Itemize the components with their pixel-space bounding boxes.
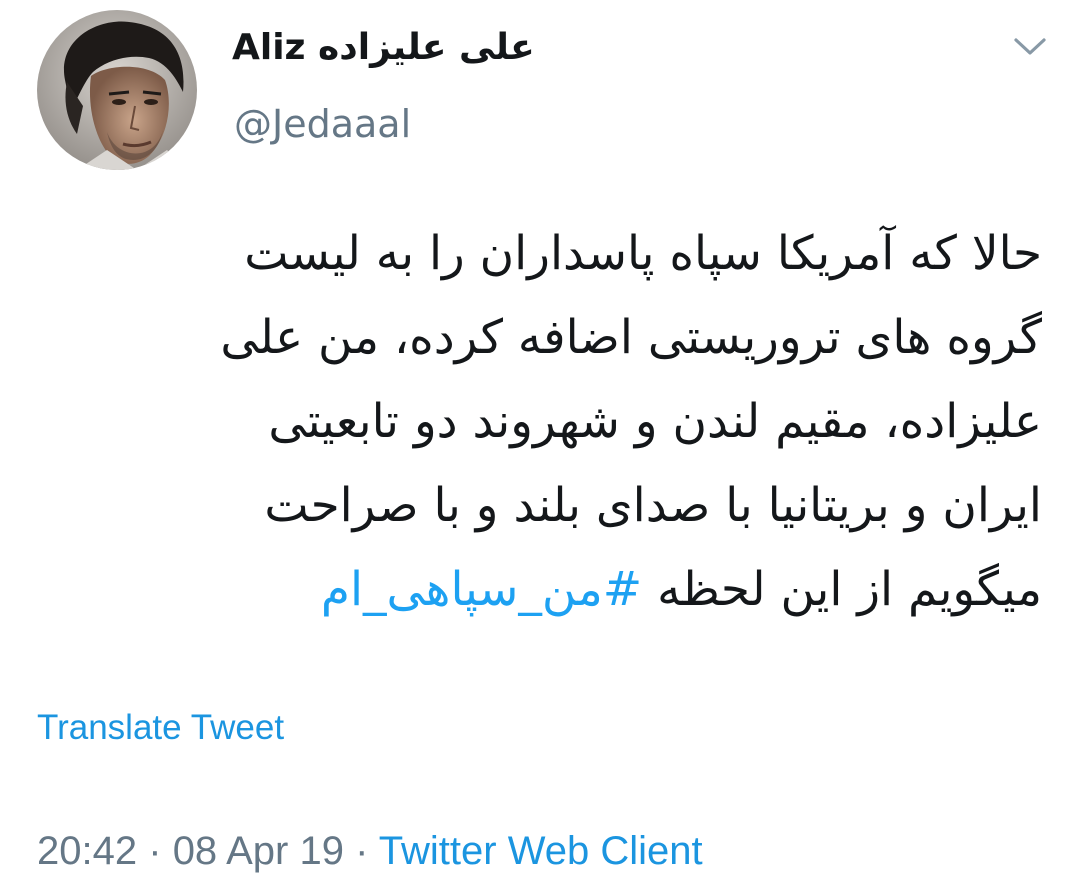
tweet-text-line: علیزاده، مقیم لندن و شهروند دو تابعیتی: [268, 394, 1042, 449]
tweet-text-segment: میگویم از این لحظه: [657, 562, 1042, 617]
tweet-date: 08 Apr 19: [172, 829, 344, 873]
hashtag-link[interactable]: #من_سپاهی_ام: [321, 562, 642, 617]
tweet-text-line-last: میگویم از این لحظه #من_سپاهی_ام: [42, 548, 1042, 632]
profile-photo-icon: [37, 10, 197, 170]
translate-tweet-link[interactable]: Translate Tweet: [37, 706, 284, 750]
tweet-text-line: ایران و بریتانیا با صدای بلند و با صراحت: [264, 478, 1042, 533]
meta-separator: ·: [355, 829, 369, 873]
tweet-text-line: گروه های تروریستی اضافه کرده، من علی: [220, 310, 1042, 365]
tweet-client-link[interactable]: Twitter Web Client: [379, 829, 703, 873]
tweet-text-line: حالا که آمریکا سپاه پاسداران را به لیست: [244, 226, 1042, 281]
tweet-card: Aliz علی علیزاده @Jedaaal حالا که آمریکا…: [0, 0, 1080, 887]
tweet-text: حالا که آمریکا سپاه پاسداران را به لیست …: [42, 212, 1042, 632]
meta-separator: ·: [148, 829, 162, 873]
chevron-down-icon[interactable]: [1012, 32, 1048, 60]
author-display-name[interactable]: Aliz علی علیزاده: [232, 26, 535, 70]
tweet-meta: 20:42 · 08 Apr 19 · Twitter Web Client: [37, 826, 703, 876]
avatar[interactable]: [37, 10, 197, 170]
tweet-time: 20:42: [37, 829, 138, 873]
author-handle[interactable]: @Jedaaal: [234, 100, 411, 148]
